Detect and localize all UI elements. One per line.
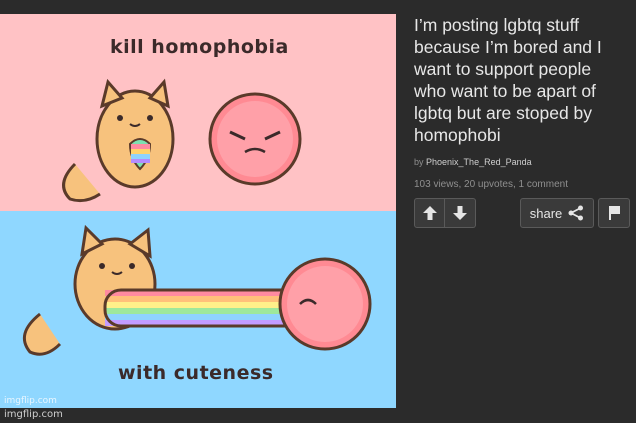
share-button[interactable]: share bbox=[520, 198, 594, 228]
page-watermark: imgflip.com bbox=[4, 409, 63, 420]
arrow-up-icon bbox=[422, 206, 437, 220]
cat-top-illustration bbox=[62, 78, 175, 203]
flag-button[interactable] bbox=[598, 198, 630, 228]
share-label: share bbox=[529, 205, 563, 221]
vote-group bbox=[414, 198, 476, 228]
arrow-down-icon bbox=[453, 206, 467, 220]
meme-illustration bbox=[22, 78, 372, 356]
post-title: I’m posting lgbtq stuff because I’m bore… bbox=[414, 15, 602, 145]
germ-bottom-illustration bbox=[278, 257, 372, 351]
meme-watermark: imgflip.com bbox=[4, 396, 57, 406]
meme-caption-top: kill homophobia bbox=[110, 36, 289, 58]
author-line: by Phoenix_The_Red_Panda bbox=[414, 157, 624, 167]
post-info: I’m posting lgbtq stuff because I’m bore… bbox=[414, 14, 624, 190]
meme-caption-bottom: with cuteness bbox=[118, 362, 274, 384]
upvote-button[interactable] bbox=[414, 198, 445, 228]
top-bar bbox=[0, 0, 636, 14]
author-link[interactable]: Phoenix_The_Red_Panda bbox=[426, 157, 532, 167]
flag-icon bbox=[609, 206, 620, 220]
post-stats: 103 views, 20 upvotes, 1 comment bbox=[414, 179, 568, 190]
share-icon bbox=[568, 205, 584, 221]
post-actions: share bbox=[414, 198, 630, 230]
downvote-button[interactable] bbox=[445, 198, 476, 228]
meme-image[interactable]: kill homophobia with cuteness imgflip.co… bbox=[0, 14, 396, 408]
germ-top-illustration bbox=[208, 92, 302, 186]
cat-bottom-illustration bbox=[22, 224, 317, 356]
by-prefix: by bbox=[414, 157, 424, 167]
